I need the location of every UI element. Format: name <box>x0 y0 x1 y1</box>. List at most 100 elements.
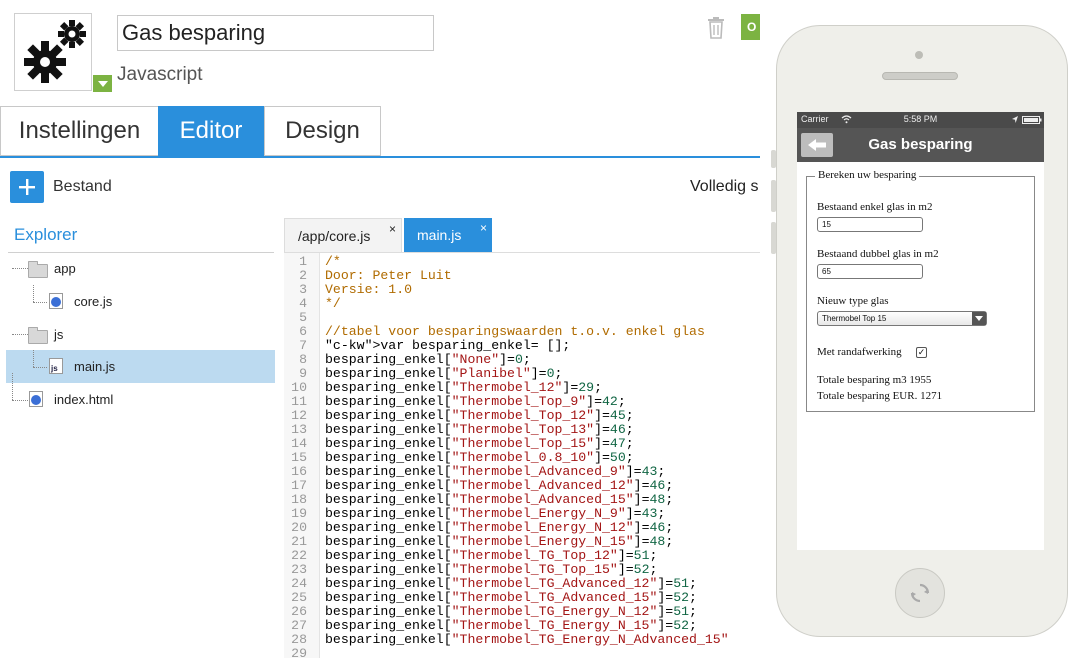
code-text: besparing_enkel["Thermobel_Advanced_9"]=… <box>325 464 666 479</box>
trash-icon[interactable] <box>706 16 726 40</box>
line-number: 7 <box>299 338 307 353</box>
tree-item-js[interactable]: js <box>6 318 275 351</box>
code-text: //tabel voor besparingswaarden t.o.v. en… <box>325 324 705 339</box>
editor-tab-label: main.js <box>417 227 462 243</box>
total-m3-text: Totale besparing m3 1955 <box>817 374 932 386</box>
code-line: 27 besparing_enkel["Thermobel_TG_Energy_N… <box>284 619 760 633</box>
code-line: 12 besparing_enkel["Thermobel_Top_12"]=45… <box>284 409 760 423</box>
code-text: besparing_enkel["Thermobel_Advanced_15"]… <box>325 492 674 507</box>
code-line: 19 besparing_enkel["Thermobel_Energy_N_9"… <box>284 507 760 521</box>
tab-design[interactable]: Design <box>264 106 381 156</box>
editor-tab-main-js[interactable]: main.js × <box>404 218 492 252</box>
tree-item-core-js[interactable]: core.js <box>6 285 275 318</box>
line-number: 9 <box>299 366 307 381</box>
code-text: Door: Peter Luit <box>325 268 452 283</box>
line-number: 13 <box>291 422 307 437</box>
code-text: besparing_enkel["Thermobel_Energy_N_15"]… <box>325 534 674 549</box>
main-tabbar: Instellingen Editor Design <box>0 106 760 158</box>
add-file-label[interactable]: Bestand <box>53 178 112 196</box>
code-line: 21 besparing_enkel["Thermobel_Energy_N_15… <box>284 535 760 549</box>
code-text: besparing_enkel["Thermobel_Top_15"]=47; <box>325 436 634 451</box>
code-line: 7 "c-kw">var besparing_enkel= []; <box>284 339 760 353</box>
code-text: besparing_enkel["None"]=0; <box>325 352 531 367</box>
tree-item-index-html[interactable]: index.html <box>6 373 275 416</box>
explorer-title: Explorer <box>14 225 78 244</box>
location-icon <box>1012 116 1018 123</box>
tab-editor[interactable]: Editor <box>158 106 264 156</box>
line-number: 27 <box>291 618 307 633</box>
code-line: 28 besparing_enkel["Thermobel_TG_Energy_N… <box>284 633 760 647</box>
code-text: besparing_enkel["Thermobel_TG_Advanced_1… <box>325 576 697 591</box>
line-number: 6 <box>299 324 307 339</box>
tab-instellingen[interactable]: Instellingen <box>0 106 159 156</box>
tree-item-app[interactable]: app <box>6 252 275 285</box>
chevron-down-icon <box>972 312 986 325</box>
line-number: 29 <box>291 646 307 658</box>
folder-icon <box>28 327 48 344</box>
phone-volume-up <box>771 180 776 212</box>
line-number: 23 <box>291 562 307 577</box>
double-glass-label: Bestaand dubbel glas in m2 <box>817 248 939 260</box>
html-file-icon <box>29 391 43 407</box>
app-type-label: Javascript <box>117 64 203 85</box>
single-glass-input[interactable]: 15 <box>817 217 923 232</box>
phone-volume-down <box>771 222 776 254</box>
code-line: 26 besparing_enkel["Thermobel_TG_Energy_N… <box>284 605 760 619</box>
code-text: besparing_enkel["Thermobel_Top_9"]=42; <box>325 394 626 409</box>
edge-finish-checkbox[interactable]: ✓ <box>916 347 927 358</box>
app-name-input[interactable] <box>117 15 434 51</box>
code-text: besparing_enkel["Thermobel_Top_13"]=46; <box>325 422 634 437</box>
double-glass-input[interactable]: 65 <box>817 264 923 279</box>
tree-item-label: js <box>54 327 64 342</box>
code-line: 20 besparing_enkel["Thermobel_Energy_N_12… <box>284 521 760 535</box>
code-line: 18 besparing_enkel["Thermobel_Advanced_15… <box>284 493 760 507</box>
savings-form: Bereken uw besparing Bestaand enkel glas… <box>806 169 1035 412</box>
js-file-icon: js <box>49 358 63 374</box>
app-icon[interactable] <box>14 13 92 91</box>
code-text: besparing_enkel["Thermobel_TG_Energy_N_1… <box>325 618 697 633</box>
fullscreen-button[interactable]: Volledig s <box>690 178 758 196</box>
phone-screen: Carrier 5:58 PM Gas besparing Bereken uw… <box>797 112 1044 550</box>
code-text: besparing_enkel["Thermobel_Top_12"]=45; <box>325 408 634 423</box>
tree-item-main-js[interactable]: js main.js <box>6 350 275 383</box>
code-text: /* <box>325 255 341 269</box>
glass-type-value: Thermobel Top 15 <box>822 314 887 323</box>
code-editor[interactable]: 1 /* 2 Door: Peter Luit 3 Versie: 1.0 4 */ 5 6 //t… <box>284 255 760 658</box>
code-text: */ <box>325 296 341 311</box>
nav-title: Gas besparing <box>868 136 973 153</box>
tree-item-label: main.js <box>74 359 116 374</box>
glass-type-select[interactable]: Thermobel Top 15 <box>817 311 987 326</box>
code-line: 1 /* <box>284 255 760 269</box>
js-file-icon <box>49 293 63 309</box>
gears-icon <box>24 20 86 83</box>
home-button[interactable] <box>895 568 945 618</box>
edge-finish-label: Met randafwerking <box>817 346 902 358</box>
tree-item-label: core.js <box>74 294 113 309</box>
line-number: 14 <box>291 436 307 451</box>
single-glass-label: Bestaand enkel glas in m2 <box>817 201 933 213</box>
line-number: 12 <box>291 408 307 423</box>
line-number: 25 <box>291 590 307 605</box>
add-file-button[interactable] <box>10 171 44 203</box>
status-bar: Carrier 5:58 PM <box>797 112 1044 128</box>
line-number: 19 <box>291 506 307 521</box>
code-text: besparing_enkel["Thermobel_TG_Top_12"]=5… <box>325 548 658 563</box>
line-number: 28 <box>291 632 307 647</box>
editor-tab-divider <box>284 252 760 253</box>
line-number: 16 <box>291 464 307 479</box>
total-eur-text: Totale besparing EUR. 1271 <box>817 390 943 402</box>
line-number: 20 <box>291 520 307 535</box>
code-text: besparing_enkel["Planibel"]=0; <box>325 366 563 381</box>
code-line: 11 besparing_enkel["Thermobel_Top_9"]=42; <box>284 395 760 409</box>
phone-camera <box>915 51 923 59</box>
editor-tab-core-js[interactable]: /app/core.js × <box>284 218 402 252</box>
close-icon[interactable]: × <box>389 222 396 236</box>
code-line: 25 besparing_enkel["Thermobel_TG_Advanced… <box>284 591 760 605</box>
phone-speaker <box>882 72 958 80</box>
close-icon[interactable]: × <box>480 221 487 235</box>
line-number: 24 <box>291 576 307 591</box>
code-text: besparing_enkel["Thermobel_Energy_N_12"]… <box>325 520 674 535</box>
phone-mute-switch <box>771 150 776 168</box>
icon-dropdown-button[interactable] <box>93 75 112 92</box>
code-line: 10 besparing_enkel["Thermobel_12"]=29; <box>284 381 760 395</box>
